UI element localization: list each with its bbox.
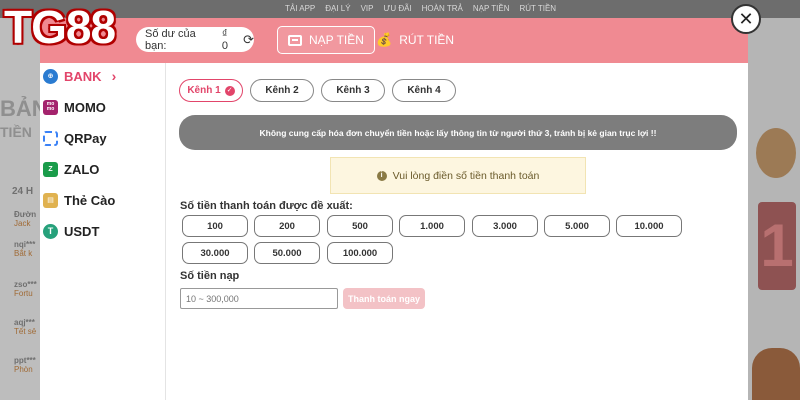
bg-nav-item: ƯU ĐÃI	[383, 4, 412, 13]
channel-button-3[interactable]: Kênh 3	[321, 79, 385, 102]
amount-option[interactable]: 100	[182, 215, 248, 237]
bg-left-row: aqj*** Tết sẻ	[14, 318, 37, 336]
amount-option[interactable]: 50.000	[254, 242, 320, 264]
bg-nav-item: VIP	[360, 4, 374, 13]
amount-option[interactable]: 200	[254, 215, 320, 237]
deposit-amount-label: Số tiền nạp	[180, 270, 240, 282]
sidebar-item-label: BANK	[64, 68, 102, 84]
channel-button-4[interactable]: Kênh 4	[392, 79, 456, 102]
amount-option[interactable]: 5.000	[544, 215, 610, 237]
site-logo: TG88	[4, 1, 116, 53]
momo-icon: mo mo	[43, 99, 58, 115]
tab-deposit[interactable]: NẠP TIỀN	[277, 26, 375, 54]
close-icon[interactable]: ✕	[731, 4, 761, 34]
qr-icon	[43, 130, 58, 146]
channel-label: Kênh 4	[407, 85, 441, 96]
amount-option[interactable]: 500	[327, 215, 393, 237]
amount-option[interactable]: 1.000	[399, 215, 465, 237]
bg-character-art	[752, 348, 800, 400]
sidebar-item-usdt[interactable]: T USDT	[43, 221, 99, 241]
refresh-icon[interactable]: ⟳	[243, 32, 254, 48]
suggested-amounts-label: Số tiền thanh toán được đề xuất:	[180, 200, 353, 212]
money-bag-icon: 💰	[376, 32, 393, 47]
notice-box: i Vui lòng điền số tiền thanh toán	[330, 157, 586, 194]
check-icon: ✓	[224, 85, 235, 96]
sidebar-item-label: USDT	[64, 223, 100, 239]
bg-nav-item: NẠP TIỀN	[472, 4, 510, 13]
background-right-panel: 1	[748, 18, 800, 400]
tab-withdraw[interactable]: 💰 RÚT TIỀN	[366, 26, 464, 54]
bg-digit: 1	[758, 202, 796, 290]
deposit-amount-input[interactable]	[180, 288, 338, 309]
sidebar-item-momo[interactable]: mo mo MOMO	[43, 97, 106, 117]
background-top-bar: TẢI APP ĐẠI LÝ VIP ƯU ĐÃI HOÀN TRẢ NẠP T…	[0, 0, 800, 18]
background-left-panel: BẢN TIỀN 24 H Đườn Jack nqi*** Bắt k zso**…	[0, 18, 48, 400]
channel-label: Kênh 3	[336, 85, 370, 96]
bg-left-row: ppt*** Phòn	[14, 356, 36, 374]
sidebar-item-zalo[interactable]: Z ZALO	[43, 159, 99, 179]
sidebar-item-card[interactable]: ▤ Thẻ Cào	[43, 190, 115, 210]
deposit-modal: Số dư của bạn: ₫ 0 ⟳ NẠP TIỀN 💰 RÚT TIỀN…	[40, 18, 748, 400]
channel-button-1[interactable]: Kênh 1 ✓	[179, 79, 243, 102]
channel-label: Kênh 1	[187, 85, 221, 96]
channel-button-2[interactable]: Kênh 2	[250, 79, 314, 102]
notice-text: Vui lòng điền số tiền thanh toán	[392, 169, 540, 182]
amount-option[interactable]: 100.000	[327, 242, 393, 264]
sidebar-item-label: MOMO	[64, 99, 106, 115]
amount-option[interactable]: 3.000	[472, 215, 538, 237]
bg-left-row: Đườn Jack	[14, 210, 37, 228]
warning-banner: Không cung cấp hóa đơn chuyển tiền hoặc …	[179, 115, 737, 150]
wallet-icon	[288, 34, 302, 46]
sidebar-item-bank[interactable]: ⊕ BANK ›	[43, 66, 116, 86]
amount-option[interactable]: 10.000	[616, 215, 682, 237]
sidebar-item-qrpay[interactable]: QRPay	[43, 128, 107, 148]
sidebar-item-label: QRPay	[64, 130, 107, 146]
pay-now-button[interactable]: Thanh toán ngay	[343, 288, 425, 309]
tab-deposit-label: NẠP TIỀN	[309, 33, 364, 47]
card-icon: ▤	[43, 192, 58, 208]
zalo-icon: Z	[43, 161, 58, 177]
usdt-icon: T	[43, 223, 58, 239]
amount-option[interactable]: 30.000	[182, 242, 248, 264]
bg-left-row: zso*** Fortu	[14, 280, 37, 298]
tab-withdraw-label: RÚT TIỀN	[399, 33, 455, 47]
bg-nav-item: RÚT TIỀN	[519, 4, 557, 13]
payment-method-sidebar: ⊕ BANK › mo mo MOMO QRPay Z ZALO ▤ Thẻ Cà…	[40, 63, 166, 400]
balance-pill: Số dư của bạn: ₫ 0 ⟳	[136, 27, 254, 52]
channel-label: Kênh 2	[265, 85, 299, 96]
modal-header: Số dư của bạn: ₫ 0 ⟳ NẠP TIỀN 💰 RÚT TIỀN	[40, 18, 748, 63]
bg-decoration	[756, 128, 796, 178]
bg-left-heading: 24 H	[12, 186, 34, 197]
bg-nav-item: TẢI APP	[285, 4, 316, 13]
chevron-right-icon: ›	[111, 68, 117, 84]
bg-nav-item: HOÀN TRẢ	[421, 4, 463, 13]
bg-nav-item: ĐẠI LÝ	[325, 4, 351, 13]
balance-label: Số dư của bạn:	[145, 27, 196, 52]
background-nav: TẢI APP ĐẠI LÝ VIP ƯU ĐÃI HOÀN TRẢ NẠP T…	[285, 4, 556, 13]
balance-value: ₫ 0	[221, 27, 229, 52]
bg-left-row: nqi*** Bắt k	[14, 240, 36, 258]
sidebar-item-label: ZALO	[64, 161, 100, 177]
bg-left-sub: TIỀN	[0, 124, 32, 140]
bank-icon: ⊕	[43, 68, 58, 84]
sidebar-item-label: Thẻ Cào	[64, 192, 116, 208]
info-icon: i	[376, 170, 387, 181]
